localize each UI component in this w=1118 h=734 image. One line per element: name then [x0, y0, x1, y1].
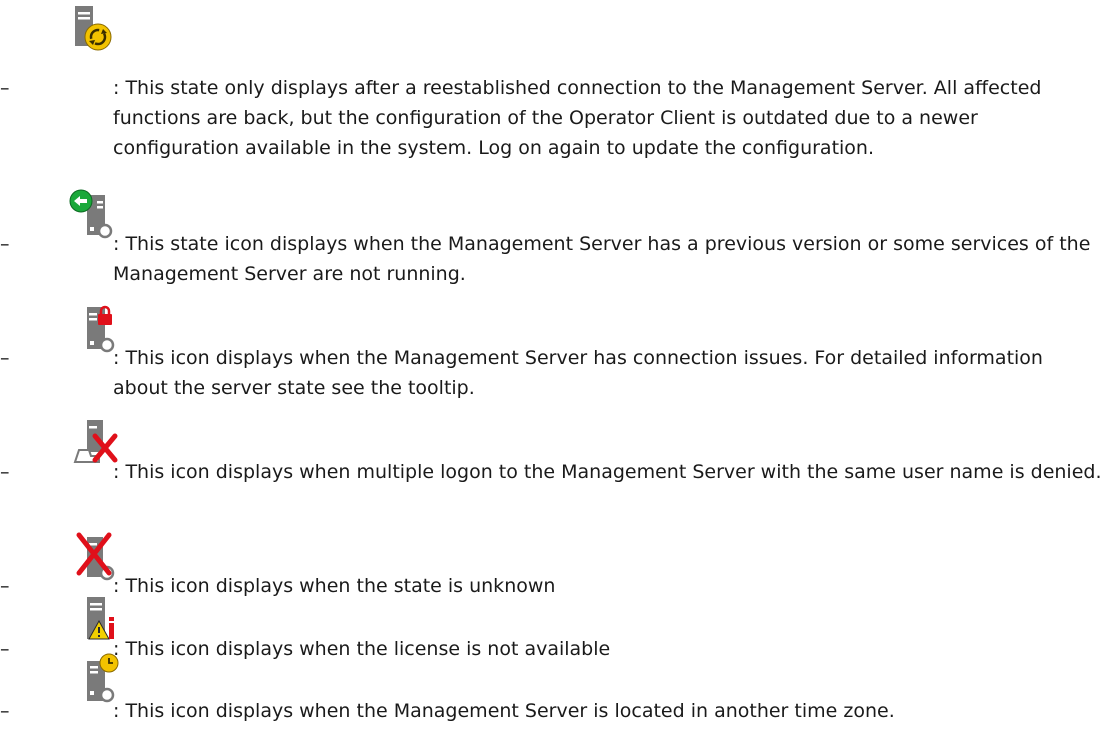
item-description: : This icon displays when the Management…: [113, 700, 895, 722]
list-marker: –: [0, 461, 10, 483]
server-other-time-zone-icon: [69, 653, 119, 703]
item-description: : This icon displays when the license is…: [113, 638, 611, 660]
list-marker: –: [0, 77, 10, 99]
server-sync-outdated-config-icon: [69, 4, 119, 54]
list-marker: –: [0, 347, 10, 369]
item-description: : This icon displays when the Management…: [113, 347, 1050, 399]
item-description: : This state icon displays when the Mana…: [113, 233, 1097, 285]
server-connection-issues-icon: [69, 303, 119, 353]
list-marker: –: [0, 575, 10, 597]
list-marker: –: [0, 638, 10, 660]
server-state-unknown-icon: [69, 531, 119, 581]
server-license-unavailable-icon: [69, 593, 119, 643]
list-marker: –: [0, 233, 10, 255]
item-description: : This icon displays when the state is u…: [113, 575, 556, 597]
server-multiple-logon-denied-icon: [69, 416, 119, 466]
item-description: : This icon displays when multiple logon…: [113, 461, 1102, 483]
server-previous-version-icon: [69, 189, 119, 239]
item-description: : This state only displays after a reest…: [113, 77, 1048, 159]
list-marker: –: [0, 700, 10, 722]
